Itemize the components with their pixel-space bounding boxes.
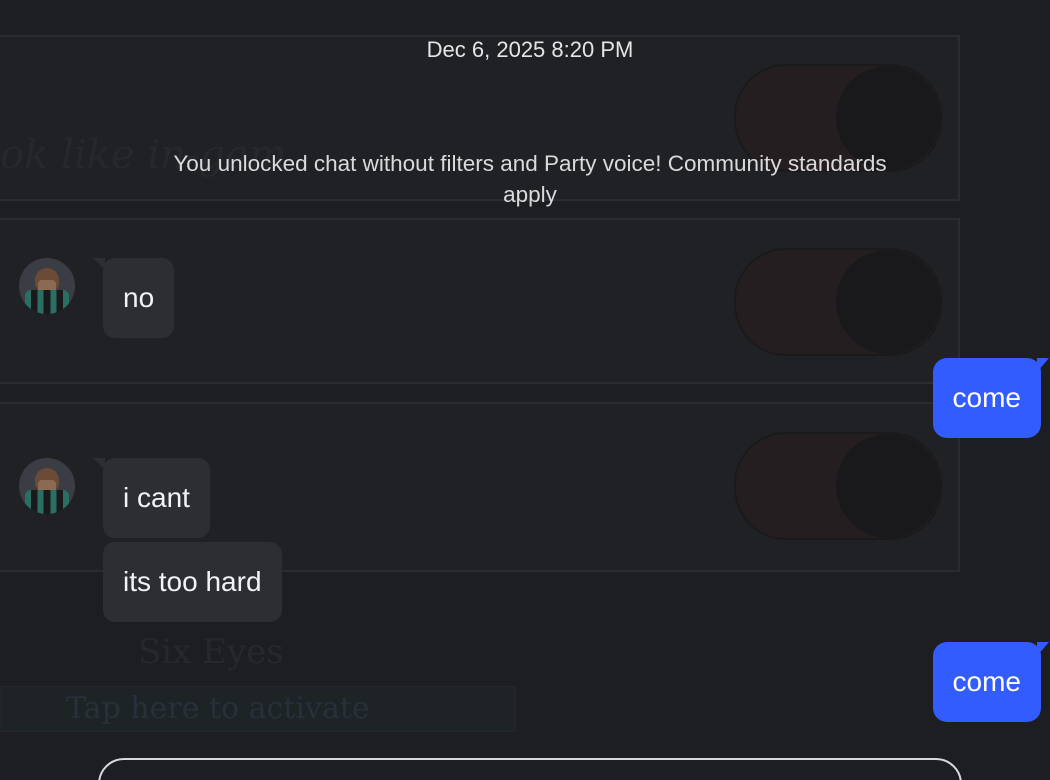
- background-activate-bar: Tap here to activate: [0, 686, 516, 732]
- sender-avatar[interactable]: [19, 458, 75, 514]
- incoming-message[interactable]: no: [92, 258, 175, 338]
- background-toggle: [734, 432, 942, 540]
- incoming-message[interactable]: i cant: [93, 458, 210, 538]
- sender-avatar[interactable]: [19, 258, 75, 314]
- incoming-message[interactable]: its too hard: [103, 542, 282, 622]
- system-notice: You unlocked chat without filters and Pa…: [173, 151, 887, 207]
- chat-timestamp: Dec 6, 2025 8:20 PM: [426, 37, 634, 62]
- chat-screen: ok like in-gam Six Eyes Tap here to acti…: [0, 0, 1050, 780]
- outgoing-message[interactable]: come: [932, 358, 1050, 438]
- background-toggle: [734, 248, 942, 356]
- background-label: Six Eyes: [138, 632, 284, 672]
- outgoing-message[interactable]: come: [932, 642, 1050, 722]
- message-input[interactable]: [98, 758, 962, 780]
